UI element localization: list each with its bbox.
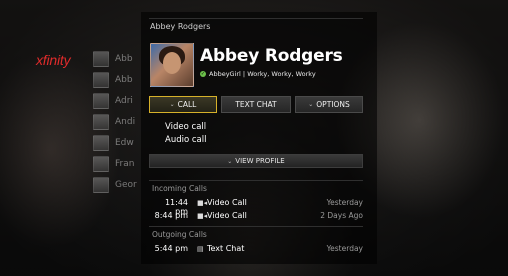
view-profile-label: VIEW PROFILE — [235, 157, 285, 165]
audio-call-option[interactable]: Audio call — [165, 135, 206, 145]
call-type: Text Chat — [207, 244, 245, 253]
call-history-row[interactable]: 11:44 pm ■◂ Video Call Yesterday — [150, 198, 363, 216]
avatar-face — [163, 52, 181, 74]
header-divider — [149, 18, 363, 19]
contact-name: Abb — [115, 53, 133, 64]
chevron-down-icon: ⌄ — [169, 101, 175, 108]
contact-avatar — [93, 155, 109, 172]
contact-name: Abb — [115, 74, 133, 85]
call-time: 5:44 pm — [154, 244, 188, 253]
contact-name: Geor — [115, 179, 137, 190]
outgoing-divider — [149, 226, 363, 227]
video-camera-icon: ■◂ — [197, 199, 208, 207]
contact-avatar — [93, 50, 109, 67]
call-button[interactable]: ⌄ CALL — [149, 96, 217, 113]
xfinity-logo: xfinity — [36, 52, 71, 68]
status-text: AbbeyGirl | Worky, Worky, Worky — [209, 70, 316, 78]
call-when: Yesterday — [326, 244, 363, 253]
text-chat-button[interactable]: TEXT CHAT — [221, 96, 291, 113]
chevron-down-icon: ⌄ — [227, 157, 233, 165]
call-button-label: CALL — [177, 100, 197, 109]
contact-name: Andi — [115, 116, 136, 127]
text-chat-button-label: TEXT CHAT — [235, 100, 277, 109]
call-time: 8:44 pm — [154, 211, 188, 220]
outgoing-calls-label: Outgoing Calls — [152, 230, 207, 239]
call-history-row[interactable]: 5:44 pm ▤ Text Chat Yesterday — [150, 244, 363, 256]
video-camera-icon: ■◂ — [197, 212, 208, 220]
chat-bubble-icon: ▤ — [197, 245, 204, 253]
contact-avatar — [93, 134, 109, 151]
incoming-divider — [149, 180, 363, 181]
profile-avatar — [150, 43, 194, 87]
contact-name: Fran — [115, 158, 135, 169]
chevron-down-icon: ⌄ — [308, 101, 314, 108]
view-profile-button[interactable]: ⌄ VIEW PROFILE — [149, 154, 363, 168]
contact-name: Edw — [115, 137, 134, 148]
contact-avatar — [93, 71, 109, 88]
call-history-row[interactable]: 8:44 pm ■◂ Video Call 2 Days Ago — [150, 211, 363, 223]
options-button[interactable]: ⌄ OPTIONS — [295, 96, 363, 113]
call-when: 2 Days Ago — [320, 211, 363, 220]
call-type: Video Call — [207, 198, 247, 207]
contact-avatar — [93, 92, 109, 109]
call-type: Video Call — [207, 211, 247, 220]
profile-name: Abbey Rodgers — [200, 46, 343, 66]
video-call-option[interactable]: Video call — [165, 122, 206, 132]
incoming-calls-label: Incoming Calls — [152, 184, 207, 193]
call-when: Yesterday — [326, 198, 363, 207]
panel-header-title: Abbey Rodgers — [150, 22, 211, 31]
contact-name: Adri — [115, 95, 133, 106]
profile-status: ✓ AbbeyGirl | Worky, Worky, Worky — [200, 70, 316, 78]
contact-avatar — [93, 113, 109, 130]
contact-avatar — [93, 176, 109, 193]
options-button-label: OPTIONS — [316, 100, 350, 109]
online-status-icon: ✓ — [200, 71, 206, 77]
